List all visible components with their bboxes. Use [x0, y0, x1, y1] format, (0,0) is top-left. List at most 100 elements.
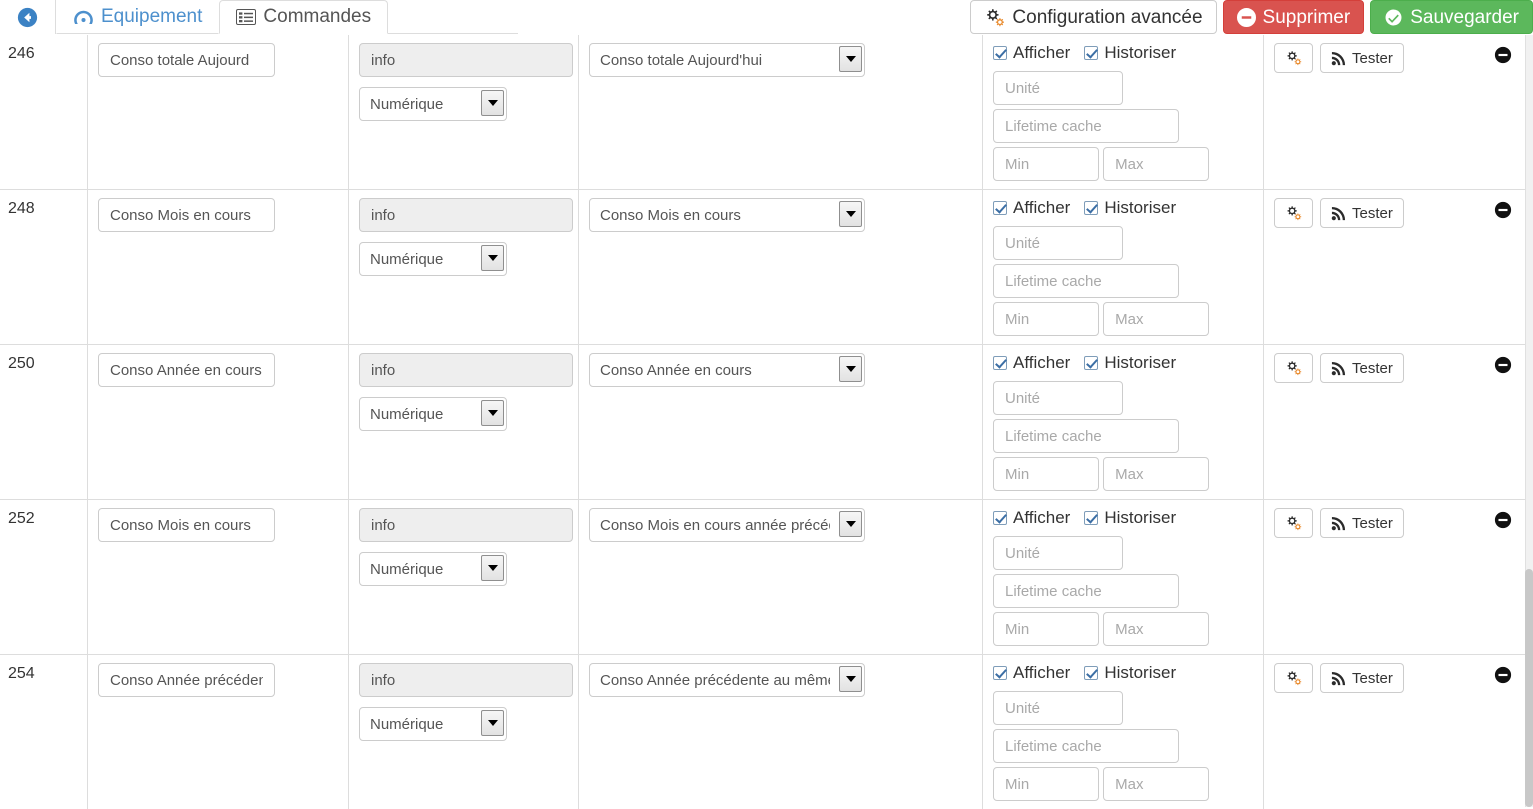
row-delete-button[interactable]	[1494, 46, 1512, 64]
command-type-input[interactable]	[359, 508, 573, 542]
cogs-icon	[1285, 515, 1302, 531]
command-subtype-select-wrap: Numérique	[359, 242, 507, 276]
command-subtype-select[interactable]: Numérique	[359, 397, 507, 431]
historiser-checkbox[interactable]	[1084, 46, 1099, 60]
row-action-buttons: Tester	[1274, 663, 1515, 693]
row-configure-button[interactable]	[1274, 353, 1313, 383]
command-subtype-select[interactable]: Numérique	[359, 87, 507, 121]
logical-id-select-wrap: Conso Mois en cours année précédente	[589, 508, 865, 542]
command-name-input[interactable]	[98, 508, 275, 542]
delete-button[interactable]: Supprimer	[1222, 0, 1365, 34]
unit-input[interactable]	[993, 226, 1123, 260]
row-configure-button[interactable]	[1274, 43, 1313, 73]
row-delete-button[interactable]	[1494, 201, 1512, 219]
min-input[interactable]	[993, 147, 1099, 181]
command-name-input[interactable]	[98, 353, 275, 387]
vertical-scrollbar-track[interactable]	[1525, 35, 1533, 807]
command-type-input[interactable]	[359, 353, 573, 387]
row-actions-cell: Tester	[1264, 655, 1525, 809]
command-subtype-select-wrap: Numérique	[359, 87, 507, 121]
min-input[interactable]	[993, 302, 1099, 336]
historiser-checkbox[interactable]	[1084, 356, 1099, 370]
max-input[interactable]	[1103, 767, 1210, 801]
row-type-cell: Numérique	[349, 655, 579, 809]
row-type-cell: Numérique	[349, 500, 579, 654]
logical-id-select[interactable]: Conso Mois en cours année précédente	[589, 508, 865, 542]
row-type-cell: Numérique	[349, 35, 579, 189]
row-test-button[interactable]: Tester	[1320, 353, 1404, 383]
row-id: 248	[0, 190, 88, 344]
back-button[interactable]	[0, 0, 56, 34]
save-button[interactable]: Sauvegarder	[1370, 0, 1533, 34]
row-configure-button[interactable]	[1274, 508, 1313, 538]
unit-input[interactable]	[993, 381, 1123, 415]
row-delete-button[interactable]	[1494, 511, 1512, 529]
min-input[interactable]	[993, 612, 1099, 646]
unit-input[interactable]	[993, 71, 1123, 105]
cogs-icon	[1285, 50, 1302, 66]
check-circle-icon	[1384, 8, 1403, 27]
command-type-input[interactable]	[359, 198, 573, 232]
visibility-options: Afficher Historiser	[993, 43, 1253, 63]
row-delete-button[interactable]	[1494, 666, 1512, 684]
row-test-label: Tester	[1352, 359, 1393, 377]
command-name-input[interactable]	[98, 663, 275, 697]
command-type-input[interactable]	[359, 43, 573, 77]
lifetime-cache-input[interactable]	[993, 574, 1179, 608]
rss-icon	[1331, 671, 1346, 686]
lifetime-cache-input[interactable]	[993, 264, 1179, 298]
tab-equipement[interactable]: Equipement	[56, 0, 220, 34]
visibility-options: Afficher Historiser	[993, 663, 1253, 683]
max-input[interactable]	[1103, 147, 1210, 181]
rss-icon	[1331, 51, 1346, 66]
max-input[interactable]	[1103, 457, 1210, 491]
lifetime-cache-input[interactable]	[993, 109, 1179, 143]
unit-input[interactable]	[993, 691, 1123, 725]
row-delete-button[interactable]	[1494, 356, 1512, 374]
afficher-checkbox[interactable]	[993, 356, 1007, 370]
historiser-checkbox[interactable]	[1084, 201, 1099, 215]
cogs-icon	[1285, 205, 1302, 221]
afficher-checkbox[interactable]	[993, 201, 1007, 215]
command-subtype-select[interactable]: Numérique	[359, 242, 507, 276]
row-test-button[interactable]: Tester	[1320, 508, 1404, 538]
logical-id-select[interactable]: Conso Année précédente au même jour	[589, 663, 865, 697]
command-subtype-select-wrap: Numérique	[359, 707, 507, 741]
command-subtype-select[interactable]: Numérique	[359, 707, 507, 741]
command-name-input[interactable]	[98, 198, 275, 232]
historiser-checkbox[interactable]	[1084, 511, 1099, 525]
min-input[interactable]	[993, 457, 1099, 491]
logical-id-select[interactable]: Conso Mois en cours	[589, 198, 865, 232]
afficher-label: Afficher	[1013, 353, 1071, 372]
row-options-cell: Afficher Historiser	[983, 345, 1264, 499]
row-logical-id-cell: Conso Année en cours	[579, 345, 983, 499]
afficher-checkbox[interactable]	[993, 46, 1007, 60]
lifetime-cache-input[interactable]	[993, 729, 1179, 763]
command-name-input[interactable]	[98, 43, 275, 77]
lifetime-cache-input[interactable]	[993, 419, 1179, 453]
row-test-button[interactable]: Tester	[1320, 198, 1404, 228]
advanced-configuration-button[interactable]: Configuration avancée	[970, 0, 1217, 34]
afficher-label: Afficher	[1013, 198, 1071, 217]
row-test-button[interactable]: Tester	[1320, 663, 1404, 693]
unit-input[interactable]	[993, 536, 1123, 570]
visibility-options: Afficher Historiser	[993, 353, 1253, 373]
logical-id-select[interactable]: Conso totale Aujourd'hui	[589, 43, 865, 77]
tab-commandes[interactable]: Commandes	[219, 0, 389, 34]
logical-id-select[interactable]: Conso Année en cours	[589, 353, 865, 387]
row-test-button[interactable]: Tester	[1320, 43, 1404, 73]
visibility-options: Afficher Historiser	[993, 198, 1253, 218]
historiser-checkbox[interactable]	[1084, 666, 1099, 680]
afficher-checkbox[interactable]	[993, 666, 1007, 680]
row-configure-button[interactable]	[1274, 198, 1313, 228]
command-subtype-select[interactable]: Numérique	[359, 552, 507, 586]
row-configure-button[interactable]	[1274, 663, 1313, 693]
min-input[interactable]	[993, 767, 1099, 801]
afficher-checkbox[interactable]	[993, 511, 1007, 525]
logical-id-select-wrap: Conso Année en cours	[589, 353, 865, 387]
row-id: 252	[0, 500, 88, 654]
max-input[interactable]	[1103, 612, 1210, 646]
command-type-input[interactable]	[359, 663, 573, 697]
max-input[interactable]	[1103, 302, 1210, 336]
vertical-scrollbar-thumb[interactable]	[1525, 569, 1533, 807]
